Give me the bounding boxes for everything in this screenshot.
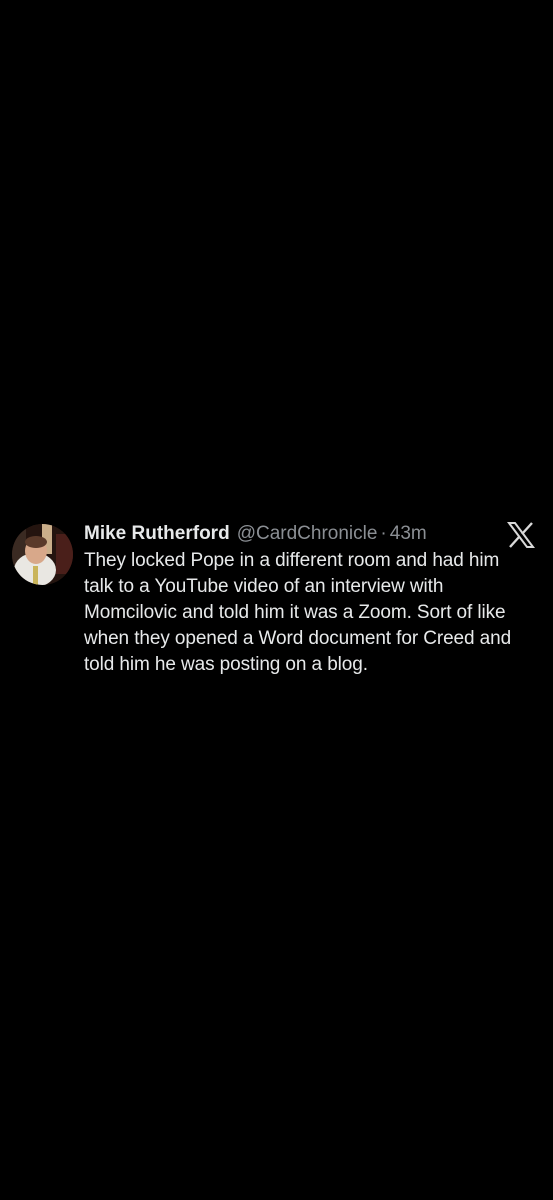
tweet-card[interactable]: Mike Rutherford @CardChronicle · 43m The… (12, 520, 542, 690)
display-name[interactable]: Mike Rutherford (84, 520, 230, 548)
avatar[interactable] (12, 524, 73, 585)
separator-dot: · (380, 523, 387, 544)
tweet-header: Mike Rutherford @CardChronicle · 43m (84, 520, 534, 548)
avatar-photo (12, 524, 73, 585)
x-logo-icon[interactable] (504, 522, 538, 548)
tweet-text: They locked Pope in a different room and… (84, 550, 512, 675)
tweet-content: Mike Rutherford @CardChronicle · 43m The… (84, 520, 534, 678)
timestamp[interactable]: 43m (390, 520, 427, 548)
user-handle[interactable]: @CardChronicle (237, 520, 378, 548)
